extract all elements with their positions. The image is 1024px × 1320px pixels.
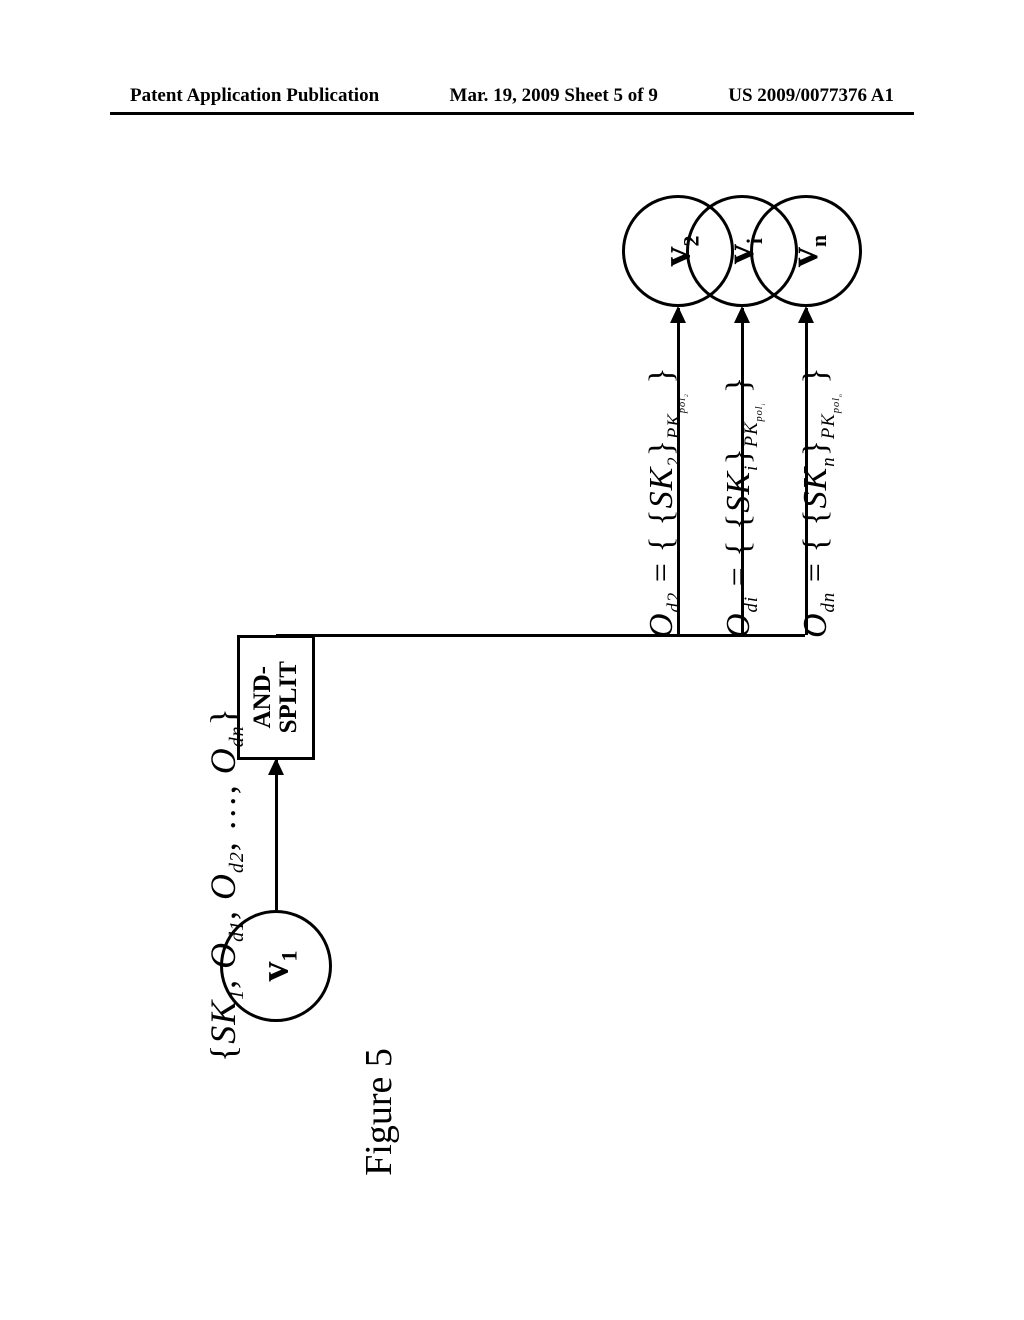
edge-label-vn: Odn = { {SKn}PKpoln } (797, 366, 844, 638)
node-vn-label: vn (780, 235, 832, 267)
arrow-v1-to-split (275, 760, 278, 910)
node-v1-label: v1 (250, 951, 302, 982)
header-rule (110, 112, 914, 115)
header-left: Patent Application Publication (130, 85, 379, 107)
stub-line (276, 634, 316, 637)
edge-label-v2: Od2 = { {SK2}PKpol2 } (643, 366, 690, 638)
figure-diagram: v1 AND-SPLIT {SK1, Od1, Od2, …, Odn} v2 … (180, 180, 830, 1080)
edge-label-vi: Odi = { {SKi}PKpoli } (720, 376, 767, 638)
header-center: Mar. 19, 2009 Sheet 5 of 9 (450, 85, 658, 107)
node-vn: vn (750, 195, 862, 307)
page-header: Patent Application Publication Mar. 19, … (0, 85, 1024, 107)
figure-caption: Figure 5 (357, 1048, 401, 1176)
header-right: US 2009/0077376 A1 (728, 85, 894, 107)
and-split-label: AND-SPLIT (250, 661, 303, 733)
v1-output-label: {SK1, Od1, Od2, …, Odn} (202, 707, 249, 1062)
